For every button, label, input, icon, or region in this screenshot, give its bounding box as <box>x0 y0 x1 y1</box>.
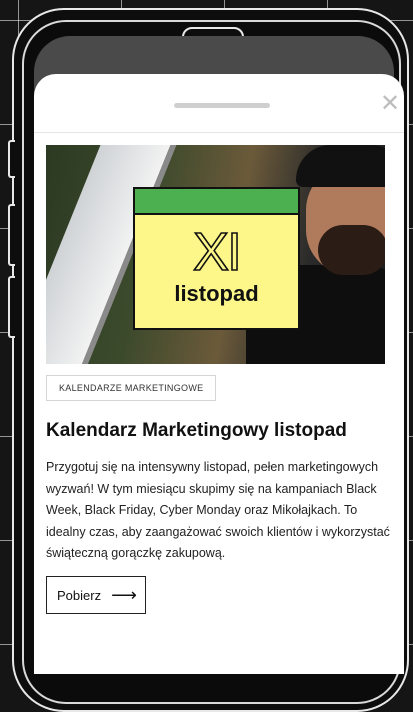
phone-side-button <box>8 276 15 338</box>
phone-side-button <box>8 140 15 178</box>
calendar-badge: XI listopad <box>133 187 300 330</box>
arrow-right-icon: ⟶ <box>111 585 137 605</box>
card-title: Kalendarz Marketingowy listopad <box>46 420 347 441</box>
calendar-header <box>135 189 298 215</box>
download-button[interactable]: Pobierz ⟶ <box>46 576 146 614</box>
person-beard <box>318 225 385 275</box>
calendar-month: listopad <box>174 281 259 306</box>
calendar-number: XI <box>192 222 243 282</box>
download-button-label: Pobierz <box>57 587 102 603</box>
phone-side-button <box>8 204 15 266</box>
sheet-divider <box>34 132 404 133</box>
card-description: Przygotuj się na intensywny listopad, pe… <box>46 460 390 560</box>
category-tag[interactable]: KALENDARZE MARKETINGOWE <box>46 375 217 401</box>
person-cap <box>296 145 385 187</box>
close-icon[interactable]: ✕ <box>378 92 402 116</box>
sheet-grabber[interactable] <box>174 103 270 108</box>
